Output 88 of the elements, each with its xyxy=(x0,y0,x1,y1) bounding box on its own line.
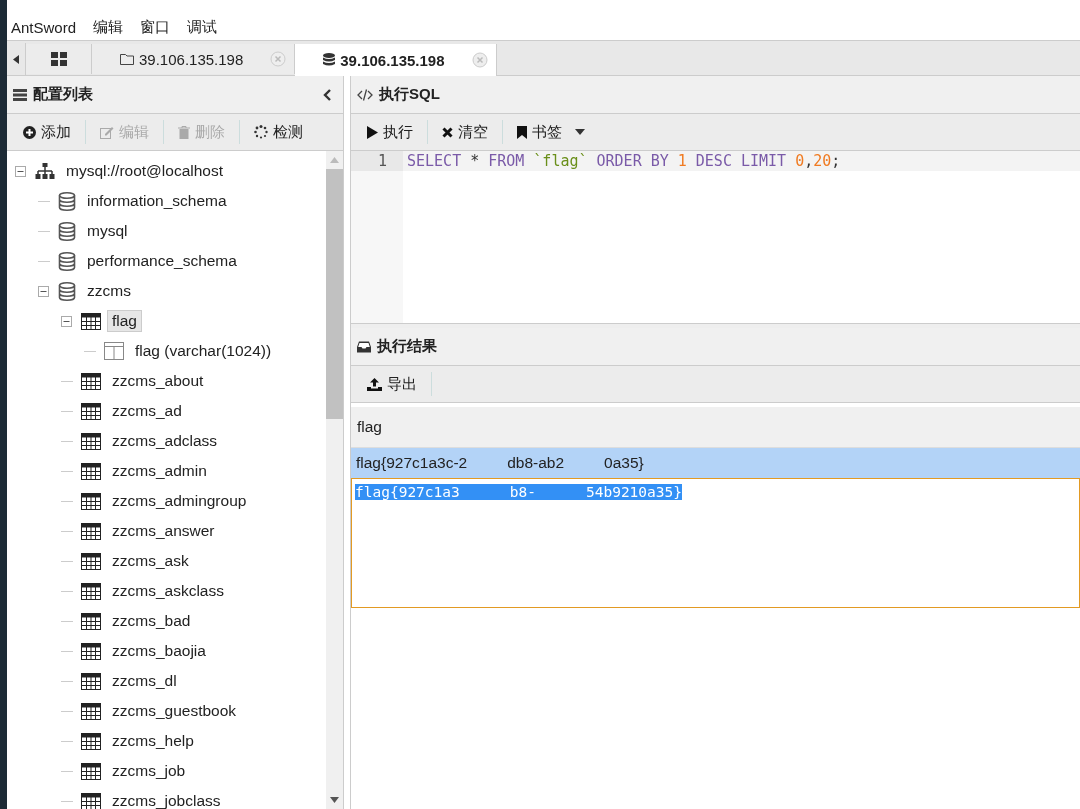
trash-icon xyxy=(178,125,190,139)
table-icon xyxy=(81,642,101,660)
tree-item[interactable]: zzcms_job xyxy=(107,760,191,782)
tree-item[interactable]: zzcms_admin xyxy=(107,460,212,482)
line-number: 1 xyxy=(351,151,403,171)
table-cell: db8-ab2 xyxy=(507,454,565,472)
table-row[interactable]: flag{927c1a3c-2 db8-ab2 0a35} xyxy=(351,448,1080,478)
panel-title: 配置列表 xyxy=(33,85,93,104)
menu-item[interactable]: 编辑 xyxy=(93,17,124,37)
table-icon xyxy=(81,762,101,780)
database-icon xyxy=(58,221,76,241)
table-icon xyxy=(81,612,101,630)
toolbar-button[interactable]: 书签 xyxy=(509,118,593,146)
tree-item[interactable]: zzcms xyxy=(82,280,136,302)
collapse-toggle-icon[interactable] xyxy=(15,165,26,177)
grid-icon xyxy=(50,52,67,66)
database-icon xyxy=(58,191,76,211)
tree-item[interactable]: mysql://root@localhost xyxy=(61,160,228,182)
panel-title: 执行SQL xyxy=(379,85,440,104)
left-arrow-icon xyxy=(13,54,19,64)
table-icon xyxy=(81,492,101,510)
tree-item[interactable]: zzcms_adclass xyxy=(107,430,223,452)
tree-item[interactable]: zzcms_admingroup xyxy=(107,490,252,512)
table-icon xyxy=(81,402,101,420)
toolbar-button[interactable]: 执行 xyxy=(359,118,421,146)
database-icon xyxy=(323,53,336,67)
caret-icon xyxy=(575,129,585,135)
tree-item[interactable]: zzcms_ask xyxy=(107,550,194,572)
inbox-icon xyxy=(357,340,371,353)
column-icon xyxy=(104,342,124,360)
table-cell: 0a35} xyxy=(604,454,644,472)
tree-item[interactable]: zzcms_guestbook xyxy=(107,700,242,722)
table-icon xyxy=(81,372,101,390)
table-icon xyxy=(81,582,101,600)
tree-item[interactable]: information_schema xyxy=(82,190,232,212)
column-header[interactable]: flag xyxy=(351,407,1080,448)
up-arrow-icon xyxy=(330,157,339,163)
table-icon xyxy=(81,552,101,570)
tree-item[interactable]: flag (varchar(1024)) xyxy=(130,340,277,362)
list-icon xyxy=(13,88,27,101)
table-icon xyxy=(81,312,101,330)
collapse-icon[interactable] xyxy=(323,88,331,101)
tab[interactable]: 39.106.135.198 xyxy=(92,44,296,74)
tree-item[interactable]: performance_schema xyxy=(82,250,242,272)
tree-item[interactable]: zzcms_askclass xyxy=(107,580,229,602)
down-arrow-icon xyxy=(330,797,339,803)
tree-item[interactable]: zzcms_dl xyxy=(107,670,182,692)
table-icon xyxy=(81,522,101,540)
tree-item[interactable]: mysql xyxy=(82,220,133,242)
table-icon xyxy=(81,462,101,480)
network-icon xyxy=(35,163,55,179)
tree-item[interactable]: zzcms_bad xyxy=(107,610,196,632)
database-icon xyxy=(58,251,76,271)
add-icon xyxy=(23,125,36,139)
scrollbar[interactable] xyxy=(326,151,343,809)
menu-item[interactable]: 窗口 xyxy=(140,17,171,37)
table-cell: flag{927c1a3c-2 xyxy=(356,454,468,472)
panel-title: 执行结果 xyxy=(377,337,437,356)
code-icon xyxy=(357,88,373,101)
grid-tab[interactable] xyxy=(26,44,92,74)
edit-icon xyxy=(100,125,114,139)
collapse-toggle-icon[interactable] xyxy=(38,285,49,297)
folder-icon xyxy=(120,53,134,65)
tree-item[interactable]: zzcms_help xyxy=(107,730,199,752)
tab[interactable]: 39.106.135.198 xyxy=(295,44,497,76)
x-icon xyxy=(442,126,453,138)
tree-item[interactable]: zzcms_answer xyxy=(107,520,220,542)
table-icon xyxy=(81,672,101,690)
table-icon xyxy=(81,702,101,720)
play-icon xyxy=(367,125,378,139)
tree-item[interactable]: zzcms_ad xyxy=(107,400,187,422)
tree-item[interactable]: flag xyxy=(107,310,142,332)
upload-icon xyxy=(367,377,382,391)
tree-item[interactable]: zzcms_baojia xyxy=(107,640,211,662)
toolbar-button[interactable]: 清空 xyxy=(434,118,496,146)
bookmark-icon xyxy=(517,125,527,139)
menu-item[interactable]: AntSword xyxy=(11,18,77,36)
toolbar-button[interactable]: 导出 xyxy=(359,370,425,398)
table-icon xyxy=(81,732,101,750)
tree-item[interactable]: zzcms_jobclass xyxy=(107,790,226,809)
tree-item[interactable]: zzcms_about xyxy=(107,370,209,392)
table-icon xyxy=(81,432,101,450)
collapse-toggle-icon[interactable] xyxy=(61,315,72,327)
toolbar-button[interactable]: 添加 xyxy=(15,118,79,146)
database-icon xyxy=(58,281,76,301)
menu-item[interactable]: 调试 xyxy=(187,17,218,37)
spinner-icon xyxy=(254,125,268,139)
toolbar-button[interactable]: 检测 xyxy=(246,118,311,146)
